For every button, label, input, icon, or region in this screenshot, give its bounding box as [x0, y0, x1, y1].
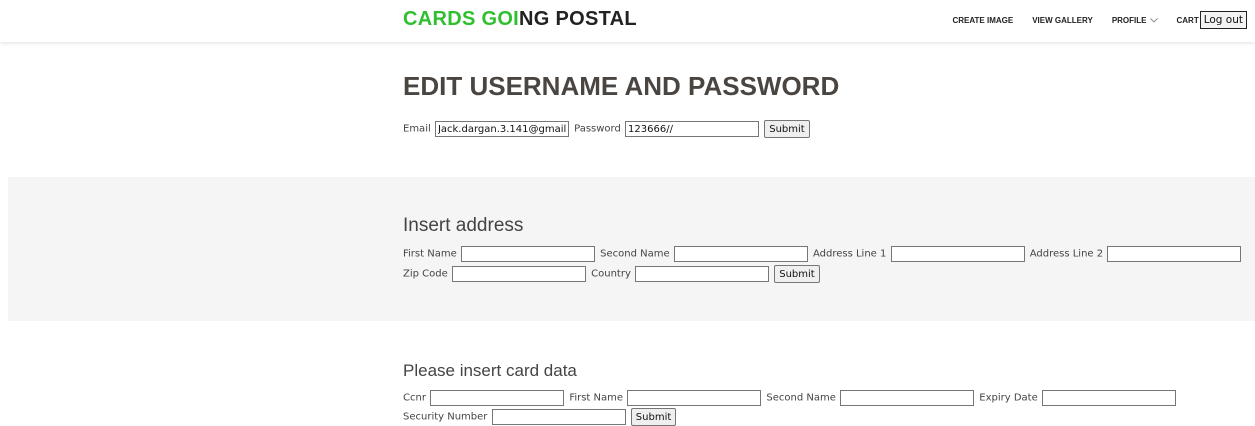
- card-second-name-label: Second Name: [766, 392, 836, 404]
- brand-logo[interactable]: CARDS GOING POSTAL: [403, 8, 637, 31]
- nav-cart[interactable]: CART: [1176, 16, 1198, 25]
- address-line1-field[interactable]: [890, 246, 1025, 262]
- card-submit-button[interactable]: Submit: [630, 408, 677, 426]
- expiry-date-label: Expiry Date: [979, 392, 1038, 404]
- password-label: Password: [574, 123, 621, 135]
- address-line2-label: Address Line 2: [1029, 248, 1104, 260]
- zip-code-label: Zip Code: [403, 268, 448, 280]
- address-section-title: Insert address: [403, 215, 524, 236]
- email-field[interactable]: [434, 121, 569, 137]
- address-form-row2: Zip Code Country Submit: [403, 265, 820, 283]
- top-navbar: CARDS GOING POSTAL CREATE IMAGE VIEW GAL…: [0, 0, 1255, 42]
- ccnr-field[interactable]: [430, 390, 565, 406]
- address-line2-field[interactable]: [1107, 246, 1242, 262]
- address-form-row1: First Name Second Name Address Line 1 Ad…: [403, 246, 1243, 262]
- ccnr-label: Ccnr: [403, 392, 426, 404]
- email-label: Email: [403, 123, 431, 135]
- chevron-down-icon: [1150, 17, 1159, 23]
- card-form-row2: Security Number Submit: [403, 408, 677, 426]
- brand-text-dark: NG POSTAL: [519, 8, 637, 30]
- address-first-name-label: First Name: [403, 248, 457, 260]
- card-first-name-field[interactable]: [627, 390, 762, 406]
- nav-create-image[interactable]: CREATE IMAGE: [952, 16, 1013, 25]
- address-submit-button[interactable]: Submit: [774, 265, 820, 283]
- nav-view-gallery[interactable]: VIEW GALLERY: [1032, 16, 1093, 25]
- address-line1-label: Address Line 1: [812, 248, 887, 260]
- address-second-name-label: Second Name: [600, 248, 670, 260]
- account-form: Email Password Submit: [403, 120, 810, 138]
- card-section-title: Please insert card data: [403, 361, 577, 380]
- country-label: Country: [591, 268, 631, 280]
- password-field[interactable]: [625, 121, 760, 137]
- expiry-date-field[interactable]: [1041, 390, 1176, 406]
- card-second-name-field[interactable]: [840, 390, 975, 406]
- country-field[interactable]: [635, 266, 770, 282]
- security-number-label: Security Number: [403, 411, 488, 423]
- address-first-name-field[interactable]: [460, 246, 595, 262]
- nav-profile[interactable]: PROFILE: [1112, 16, 1159, 25]
- account-section-title: EDIT USERNAME AND PASSWORD: [403, 71, 840, 101]
- nav-profile-label: PROFILE: [1111, 15, 1147, 25]
- card-form-row1: Ccnr First Name Second Name Expiry Date: [403, 390, 1178, 406]
- card-first-name-label: First Name: [569, 392, 624, 404]
- address-second-name-field[interactable]: [673, 246, 808, 262]
- brand-text-green: CARDS GOI: [403, 8, 520, 30]
- nav-menu: CREATE IMAGE VIEW GALLERY PROFILE CART L…: [933, 11, 1247, 29]
- account-submit-button[interactable]: Submit: [764, 120, 810, 138]
- logout-button[interactable]: Log out: [1199, 11, 1247, 29]
- zip-code-field[interactable]: [451, 266, 586, 282]
